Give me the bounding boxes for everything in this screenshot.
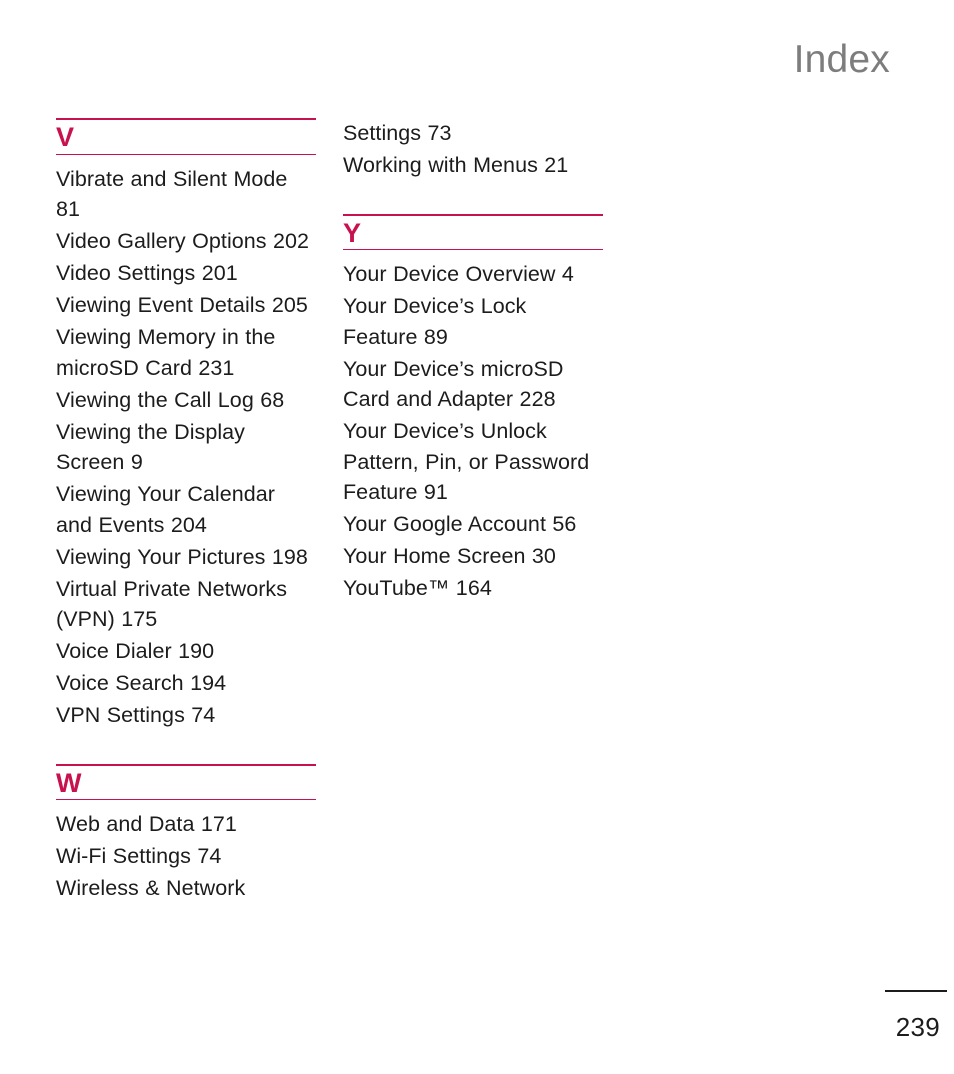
index-entry: Working with Menus 21: [343, 153, 569, 177]
index-entry: Viewing the Display Screen 9: [56, 419, 245, 475]
index-entry: Your Device’s microSD Card and Adapter 2…: [343, 356, 564, 412]
index-entry-list-continued: Settings 73 Working with Menus 21: [343, 118, 603, 181]
index-entry: YouTube™ 164: [343, 576, 492, 601]
index-entry-list-v: Vibrate and Silent Mode 81 Video Gallery…: [56, 164, 316, 731]
index-entry: Your Device’s Unlock Pattern, Pin, or Pa…: [343, 419, 590, 505]
page-title: Index: [793, 38, 890, 81]
index-columns: V Vibrate and Silent Mode 81 Video Galle…: [56, 118, 636, 905]
index-entry: Viewing the Call Log 68: [56, 387, 285, 412]
index-section-continued: Settings 73 Working with Menus 21: [343, 118, 603, 181]
index-entry: Wireless & Network: [56, 876, 246, 901]
section-letter-y: Y: [343, 217, 362, 248]
index-entry: Web and Data 171: [56, 812, 237, 837]
index-entry: Wi-Fi Settings 74: [56, 844, 222, 869]
index-entry: Video Gallery Options 202: [56, 229, 310, 254]
section-letter-v: V: [56, 122, 75, 152]
left-column: V Vibrate and Silent Mode 81 Video Galle…: [56, 118, 316, 905]
index-entry-list-y: Your Device Overview 4 Your Device’s Loc…: [343, 259, 603, 604]
index-entry: Settings 73: [343, 121, 452, 145]
index-entry-list-w: Web and Data 171 Wi-Fi Settings 74 Wirel…: [56, 809, 316, 904]
index-entry: Viewing Event Details 205: [56, 293, 308, 318]
index-entry: Your Device’s Lock Feature 89: [343, 294, 527, 349]
index-entry: Vibrate and Silent Mode 81: [56, 166, 288, 222]
index-entry: Viewing Your Calendar and Events 204: [56, 482, 276, 537]
index-entry: Your Device Overview 4: [343, 262, 574, 287]
index-entry: VPN Settings 74: [56, 703, 216, 728]
index-entry: Voice Dialer 190: [56, 639, 215, 664]
index-entry: Your Home Screen 30: [343, 544, 556, 569]
section-header-rule-v: V: [56, 118, 316, 155]
index-section-w: W Web and Data 171 Wi-Fi Settings 74 Wir…: [56, 763, 316, 904]
page-footer: 239: [827, 990, 947, 1040]
right-column: Settings 73 Working with Menus 21 Y Your…: [343, 118, 603, 605]
index-section-y: Y Your Device Overview 4 Your Device’s L…: [343, 213, 603, 604]
index-section-v: V Vibrate and Silent Mode 81 Video Galle…: [56, 118, 316, 731]
section-letter-w: W: [56, 767, 82, 798]
footer-rule: [885, 990, 947, 992]
page-number: 239: [895, 1012, 940, 1042]
index-entry: Your Google Account 56: [343, 512, 577, 537]
index-entry: Voice Search 194: [56, 671, 227, 696]
index-entry: Viewing Memory in the microSD Card 231: [56, 325, 276, 380]
index-entry: Virtual Private Networks (VPN) 175: [56, 576, 288, 632]
index-entry: Video Settings 201: [56, 261, 238, 286]
section-header-rule-w: W: [56, 763, 316, 801]
index-entry: Viewing Your Pictures 198: [56, 544, 308, 569]
section-header-rule-y: Y: [343, 213, 603, 251]
